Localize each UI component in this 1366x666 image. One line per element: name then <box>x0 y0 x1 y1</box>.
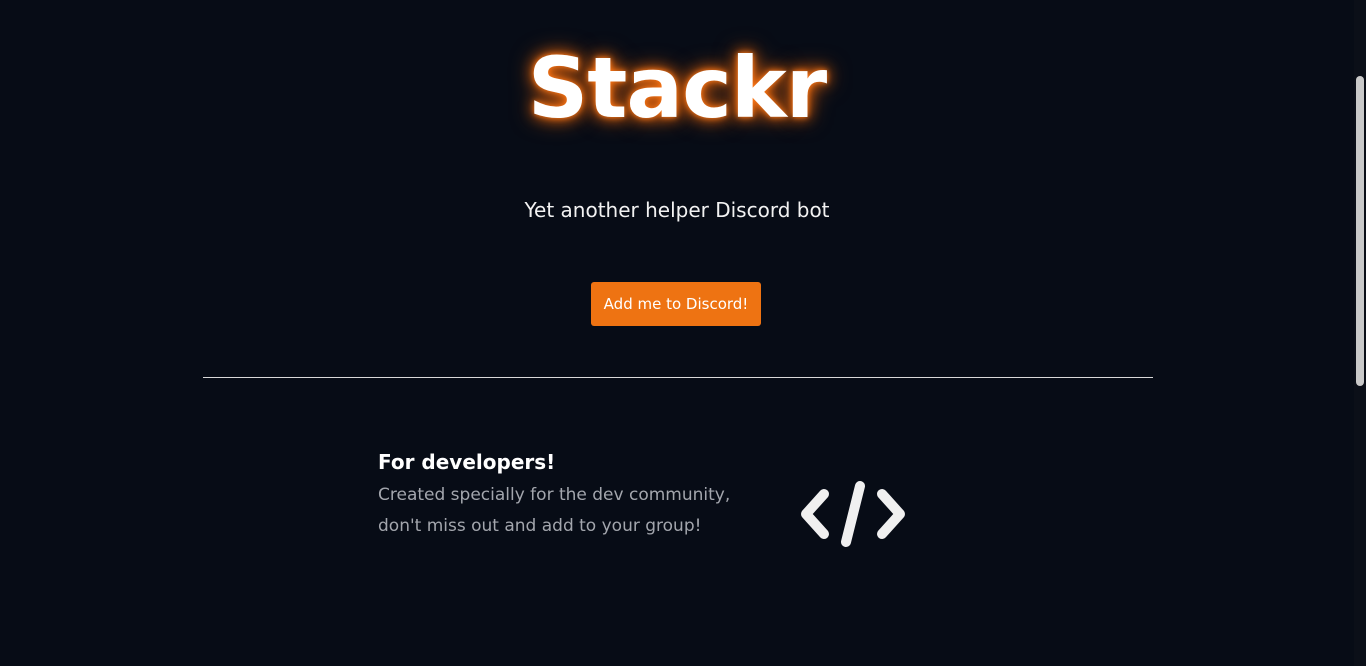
scrollbar[interactable] <box>1354 0 1366 666</box>
code-icon <box>798 478 910 550</box>
add-to-discord-button[interactable]: Add me to Discord! <box>591 282 761 326</box>
section-divider <box>203 377 1153 378</box>
tagline: Yet another helper Discord bot <box>524 198 830 222</box>
site-title: Stackr <box>527 39 827 137</box>
feature-heading: For developers! <box>378 450 556 474</box>
landing-page: Stackr Yet another helper Discord bot Ad… <box>0 0 1354 666</box>
feature-description-line: don't miss out and add to your group! <box>378 516 702 536</box>
feature-description-line: Created specially for the dev community, <box>378 485 731 505</box>
feature-description: Created specially for the dev community,… <box>378 480 798 542</box>
scrollbar-thumb[interactable] <box>1356 76 1364 386</box>
